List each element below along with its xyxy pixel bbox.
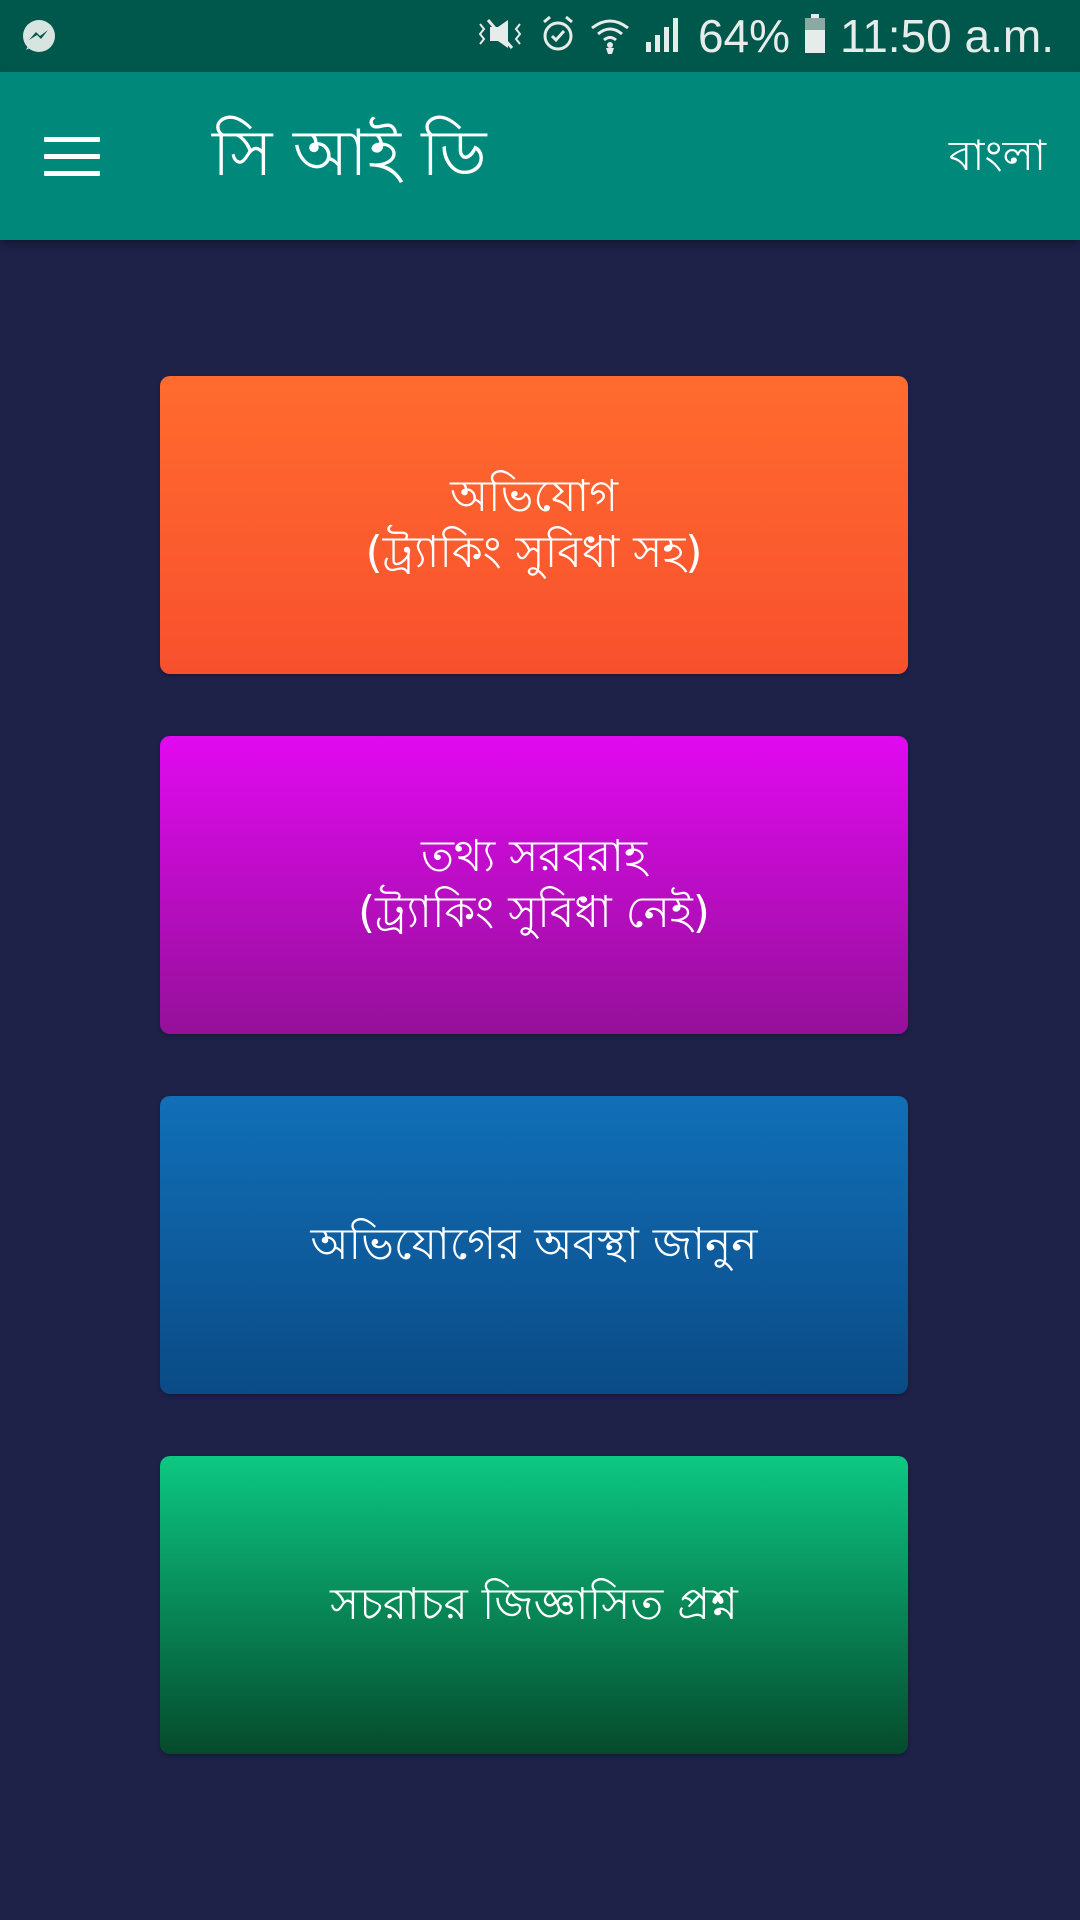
alarm-icon xyxy=(540,14,576,58)
tile-sublabel: (ট্র্যাকিং সুবিধা নেই) xyxy=(358,887,710,938)
mute-icon xyxy=(474,14,526,58)
complaint-status-button[interactable]: অভিযোগের অবস্থা জানুন xyxy=(160,1096,908,1394)
messenger-icon xyxy=(20,18,58,60)
clock: 11:50 a.m. xyxy=(840,10,1054,62)
tile-label: অভিযোগের অবস্থা জানুন xyxy=(310,1219,758,1270)
faq-button[interactable]: সচরাচর জিজ্ঞাসিত প্রশ্ন xyxy=(160,1456,908,1754)
signal-icon xyxy=(644,14,684,58)
battery-icon xyxy=(804,14,826,58)
app-title: সি আই ডি xyxy=(212,117,487,191)
tile-label: সচরাচর জিজ্ঞাসিত প্রশ্ন xyxy=(330,1579,738,1630)
tile-label: অভিযোগ xyxy=(449,471,619,522)
status-bar: 64% 11:50 a.m. xyxy=(0,0,1080,72)
tile-sublabel: (ট্র্যাকিং সুবিধা সহ) xyxy=(365,527,703,578)
wifi-icon xyxy=(590,14,630,58)
tile-label: তথ্য সরবরাহ xyxy=(420,831,648,882)
app-bar: সি আই ডি বাংলা xyxy=(0,72,1080,240)
language-toggle-button[interactable]: বাংলা xyxy=(949,128,1046,184)
information-supply-button[interactable]: তথ্য সরবরাহ (ট্র্যাকিং সুবিধা নেই) xyxy=(160,736,908,1034)
battery-percent: 64% xyxy=(697,10,791,62)
complaint-with-tracking-button[interactable]: অভিযোগ (ট্র্যাকিং সুবিধা সহ) xyxy=(160,376,908,674)
hamburger-menu-icon[interactable] xyxy=(30,120,114,192)
